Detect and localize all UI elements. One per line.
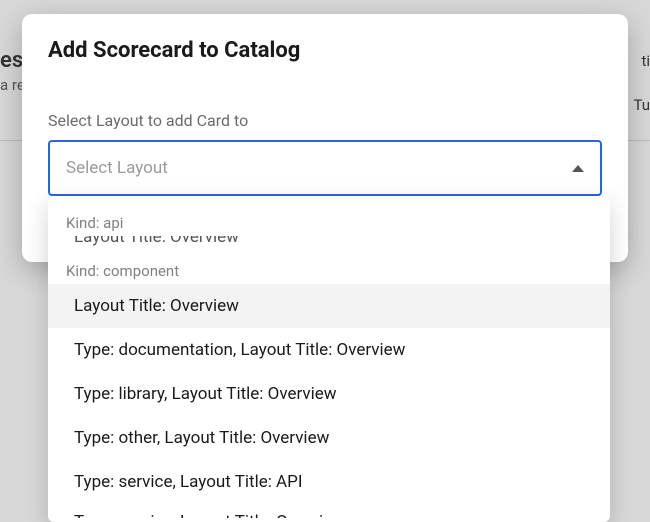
layout-option[interactable]: Layout Title: Overview: [48, 236, 610, 252]
layout-option[interactable]: Layout Title: Overview: [48, 284, 610, 328]
bg-text-fragment: Tu: [633, 96, 650, 114]
bg-text-fragment: es: [0, 48, 23, 73]
layout-option[interactable]: Type: other, Layout Title: Overview: [48, 416, 610, 460]
layout-option[interactable]: Type: library, Layout Title: Overview: [48, 372, 610, 416]
select-placeholder: Select Layout: [66, 158, 168, 178]
modal-title: Add Scorecard to Catalog: [48, 38, 602, 63]
group-header-component: Kind: component: [48, 252, 610, 284]
group-header-api: Kind: api: [48, 204, 610, 236]
caret-up-icon: [572, 165, 584, 172]
select-layout-label: Select Layout to add Card to: [48, 111, 602, 130]
layout-option[interactable]: Type: service, Layout Title: Overview: [48, 504, 610, 518]
layout-option[interactable]: Type: documentation, Layout Title: Overv…: [48, 328, 610, 372]
select-layout-dropdown[interactable]: Select Layout: [48, 140, 602, 196]
bg-text-fragment: ti: [641, 52, 650, 70]
layout-option[interactable]: Type: service, Layout Title: API: [48, 460, 610, 504]
layout-options-dropdown: Kind: api Layout Title: Overview Kind: c…: [48, 196, 610, 522]
